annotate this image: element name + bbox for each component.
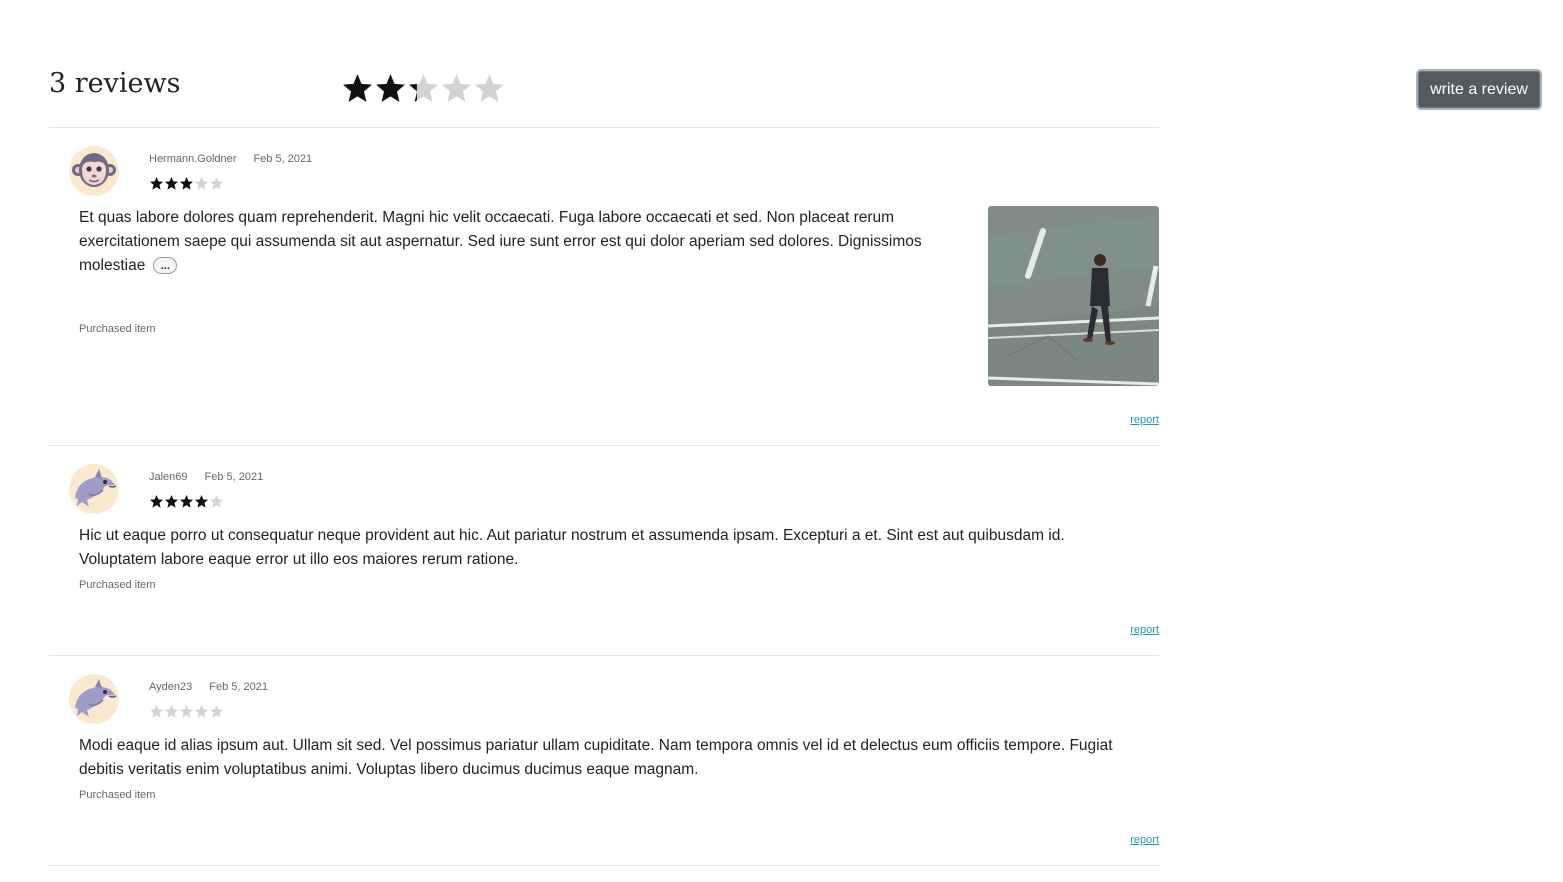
star-empty-icon — [475, 74, 504, 102]
star-partial-icon — [409, 74, 438, 102]
star-filled-icon — [164, 176, 179, 190]
expand-review-button[interactable]: ... — [153, 257, 178, 275]
review-count: 3 reviews — [49, 68, 181, 99]
write-review-button[interactable]: write a review — [1416, 69, 1542, 110]
review-text-content: Et quas labore dolores quam reprehenderi… — [79, 209, 922, 274]
star-empty-icon — [209, 704, 224, 718]
star-empty-icon — [194, 176, 209, 190]
star-filled-icon — [376, 74, 405, 102]
star-filled-icon — [179, 176, 194, 190]
review-meta: Hermann.Goldner Feb 5, 2021 — [149, 153, 312, 165]
star-filled-icon — [149, 494, 164, 508]
star-empty-icon — [179, 704, 194, 718]
star-empty-icon — [164, 704, 179, 718]
review-author: Jalen69 — [149, 471, 188, 483]
star-empty-icon — [209, 176, 224, 190]
overall-rating-stars — [341, 72, 506, 105]
review-author: Ayden23 — [149, 681, 193, 693]
star-empty-icon — [209, 494, 224, 508]
report-link[interactable]: report — [1130, 624, 1159, 636]
review-text: Et quas labore dolores quam reprehenderi… — [79, 206, 949, 278]
monkey-avatar — [69, 146, 119, 196]
star-empty-icon — [149, 704, 164, 718]
review-photo[interactable] — [988, 206, 1159, 386]
review-date: Feb 5, 2021 — [253, 153, 313, 165]
purchased-label: Purchased item — [79, 323, 156, 335]
star-filled-icon — [149, 176, 164, 190]
review-item: Ayden23 Feb 5, 2021 Modi eaque id alias … — [49, 656, 1159, 866]
review-rating-stars — [149, 176, 224, 191]
review-date: Feb 5, 2021 — [204, 471, 264, 483]
review-meta: Jalen69 Feb 5, 2021 — [149, 471, 263, 483]
star-filled-icon — [343, 74, 372, 102]
report-link[interactable]: report — [1130, 834, 1159, 846]
star-empty-icon — [442, 74, 471, 102]
star-empty-icon — [194, 704, 209, 718]
reviews-header: 3 reviews — [49, 68, 1159, 128]
star-filled-icon — [164, 494, 179, 508]
star-filled-icon — [179, 494, 194, 508]
review-item: Hermann.Goldner Feb 5, 2021 Et quas labo… — [49, 128, 1159, 446]
review-rating-stars — [149, 494, 224, 509]
purchased-label: Purchased item — [79, 579, 156, 591]
review-item: Jalen69 Feb 5, 2021 Hic ut eaque porro u… — [49, 446, 1159, 656]
dolphin-avatar — [69, 464, 119, 514]
star-filled-icon — [194, 494, 209, 508]
review-author: Hermann.Goldner — [149, 153, 237, 165]
purchased-label: Purchased item — [79, 789, 156, 801]
review-rating-stars — [149, 704, 224, 719]
dolphin-avatar — [69, 674, 119, 724]
report-link[interactable]: report — [1130, 414, 1159, 426]
review-text: Modi eaque id alias ipsum aut. Ullam sit… — [79, 737, 1113, 778]
review-date: Feb 5, 2021 — [209, 681, 268, 693]
review-text: Hic ut eaque porro ut consequatur neque … — [79, 527, 1065, 568]
review-meta: Ayden23 Feb 5, 2021 — [149, 681, 268, 693]
